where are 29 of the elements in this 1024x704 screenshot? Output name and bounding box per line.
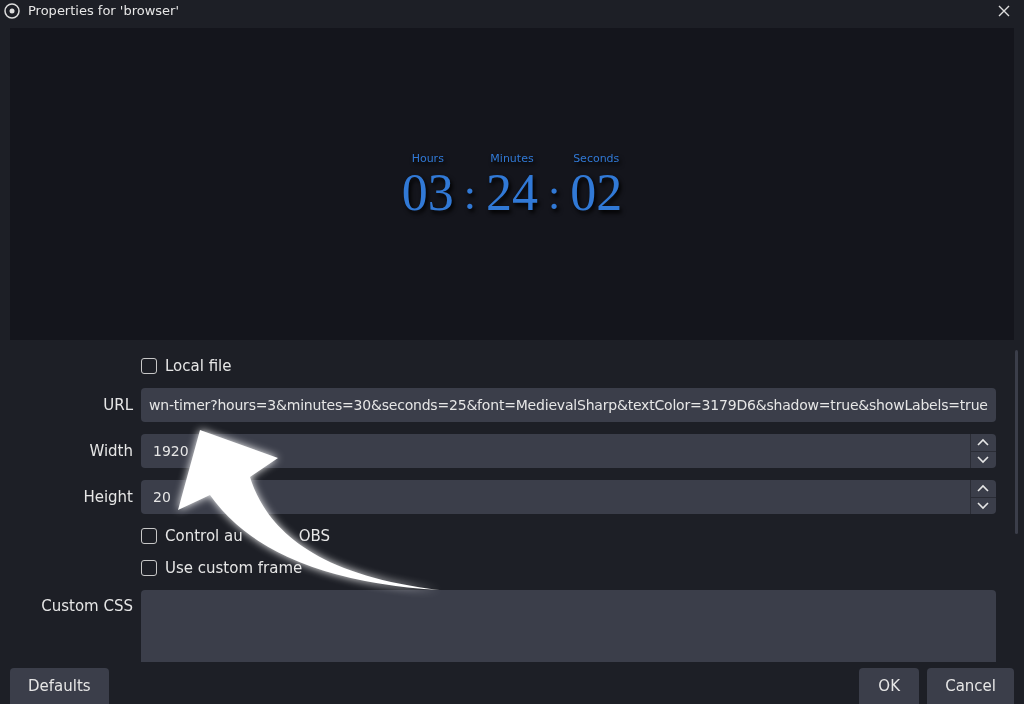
dialog-button[interactable]: Cancel bbox=[927, 668, 1014, 704]
checkbox-label: Use custom frame bbox=[165, 557, 303, 579]
number-field[interactable]: 1920 bbox=[141, 434, 996, 468]
timer-unit-label: Minutes bbox=[490, 150, 534, 167]
timer-colon: : bbox=[463, 173, 476, 218]
scrollbar[interactable] bbox=[1014, 350, 1018, 534]
timer-digits: 03 bbox=[401, 169, 454, 218]
timer-unit-label: Hours bbox=[411, 150, 444, 167]
checkbox-label: Local file bbox=[165, 355, 232, 377]
window-title: Properties for 'browser' bbox=[28, 2, 179, 21]
timer-unit-label: Seconds bbox=[573, 150, 620, 167]
checkbox-label: OBS bbox=[298, 525, 331, 547]
field-label: Height bbox=[83, 488, 133, 506]
close-icon[interactable] bbox=[996, 3, 1012, 19]
checkbox-label: Control au bbox=[165, 525, 243, 547]
timer-digits: 02 bbox=[570, 169, 623, 218]
field-label: URL bbox=[103, 396, 133, 414]
app-logo-icon bbox=[4, 3, 20, 19]
field-label: Custom CSS bbox=[41, 597, 133, 615]
defaults-button[interactable]: Defaults bbox=[10, 668, 109, 704]
checkbox[interactable] bbox=[141, 560, 157, 576]
timer-colon: : bbox=[548, 173, 561, 218]
dialog-button[interactable]: OK bbox=[859, 668, 920, 704]
checkbox[interactable] bbox=[141, 358, 157, 374]
url-field[interactable]: wn-timer?hours=3&minutes=30&seconds=25&font=MedievalSharp&textColor=3179D6&shadow=true&showLabels=true bbox=[141, 388, 996, 422]
number-field[interactable]: 20 bbox=[141, 480, 996, 514]
checkbox[interactable] bbox=[141, 528, 157, 544]
field-label: Width bbox=[89, 442, 133, 460]
timer-digits: 24 bbox=[486, 169, 538, 218]
